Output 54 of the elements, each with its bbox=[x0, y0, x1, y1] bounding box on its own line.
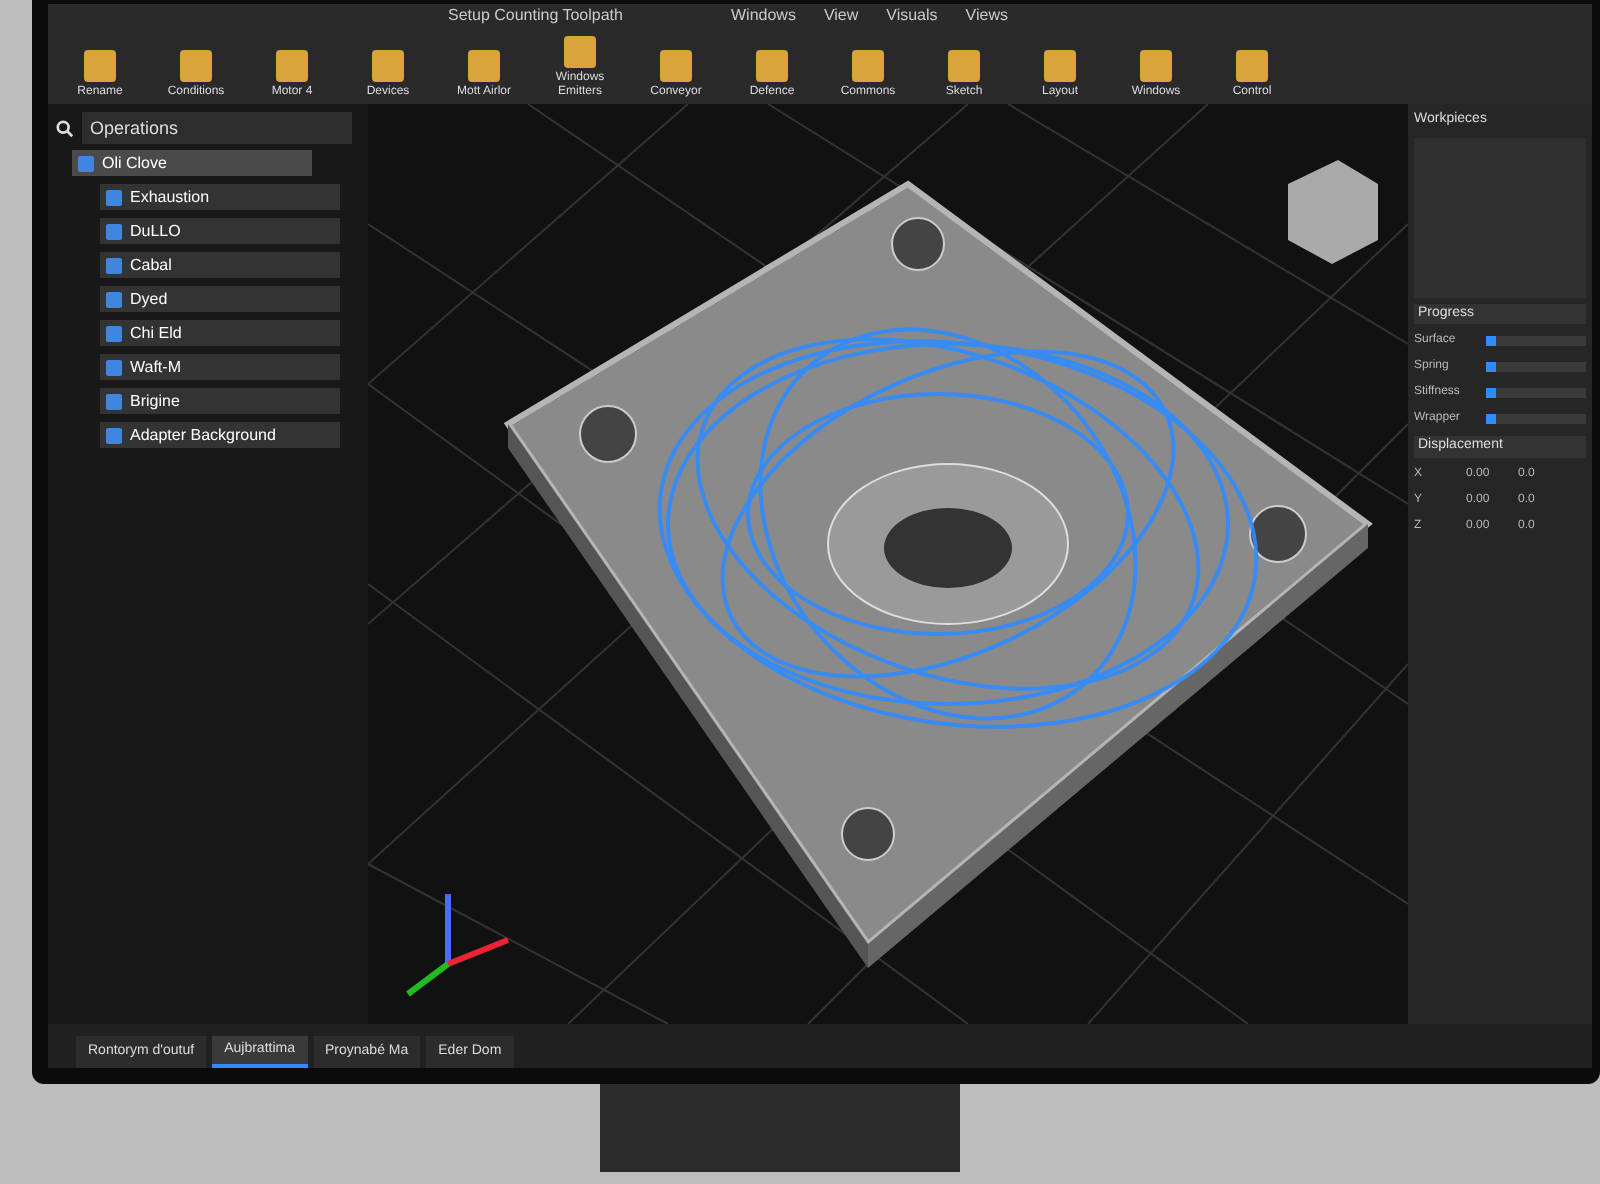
tool-icon bbox=[276, 50, 308, 82]
tree-item[interactable]: DuLLO bbox=[100, 218, 340, 244]
tool-icon bbox=[468, 50, 500, 82]
item-icon bbox=[106, 359, 122, 375]
tool-icon bbox=[756, 50, 788, 82]
item-icon bbox=[106, 325, 122, 341]
item-label: Cabal bbox=[130, 253, 172, 277]
item-label: Chi Eld bbox=[130, 321, 182, 345]
tool-icon bbox=[852, 50, 884, 82]
view-cube-icon[interactable] bbox=[1288, 160, 1378, 264]
tool-icon bbox=[372, 50, 404, 82]
tree-item[interactable]: Waft-M bbox=[100, 354, 340, 380]
item-label: Exhaustion bbox=[130, 185, 210, 209]
tree-item[interactable]: Cabal bbox=[100, 252, 340, 278]
tool-icon bbox=[660, 50, 692, 82]
item-icon bbox=[106, 223, 122, 239]
menu-item[interactable]: View bbox=[823, 4, 859, 28]
search-icon bbox=[56, 119, 74, 137]
axis-triad-icon bbox=[406, 894, 510, 997]
tree-item[interactable]: Brigine bbox=[100, 388, 340, 414]
tree-item[interactable]: Dyed bbox=[100, 286, 340, 312]
item-label: Dyed bbox=[130, 287, 168, 311]
window-title: Setup Counting Toolpath bbox=[448, 4, 623, 28]
slider-track[interactable] bbox=[1486, 388, 1586, 398]
item-icon bbox=[78, 155, 94, 171]
item-icon bbox=[106, 427, 122, 443]
tool-icon bbox=[1044, 50, 1076, 82]
tree-item[interactable]: Exhaustion bbox=[100, 184, 340, 210]
item-label: Waft-M bbox=[130, 355, 181, 379]
item-label: Adapter Background bbox=[130, 423, 276, 447]
item-label: DuLLO bbox=[130, 219, 181, 243]
tool-icon bbox=[1140, 50, 1172, 82]
tree-item[interactable]: Oli Clove bbox=[72, 150, 312, 176]
item-label: Oli Clove bbox=[102, 151, 167, 175]
item-icon bbox=[106, 189, 122, 205]
item-icon bbox=[106, 257, 122, 273]
slider-track[interactable] bbox=[1486, 336, 1586, 346]
menu-item[interactable]: Windows bbox=[730, 4, 796, 28]
item-icon bbox=[106, 291, 122, 307]
menu-item[interactable]: Visuals bbox=[886, 4, 938, 28]
slider-track[interactable] bbox=[1486, 414, 1586, 424]
item-icon bbox=[106, 393, 122, 409]
tool-icon bbox=[1236, 50, 1268, 82]
menu-item[interactable]: Views bbox=[965, 4, 1008, 28]
tool-icon bbox=[948, 50, 980, 82]
viewport[interactable] bbox=[368, 104, 1408, 1024]
tool-icon bbox=[564, 36, 596, 68]
item-label: Brigine bbox=[130, 389, 180, 413]
tool-icon bbox=[84, 50, 116, 82]
tool-icon bbox=[180, 50, 212, 82]
slider-track[interactable] bbox=[1486, 362, 1586, 372]
tree-item[interactable]: Chi Eld bbox=[100, 320, 340, 346]
search-field[interactable]: Operations bbox=[82, 112, 352, 144]
tree-item[interactable]: Adapter Background bbox=[100, 422, 340, 448]
